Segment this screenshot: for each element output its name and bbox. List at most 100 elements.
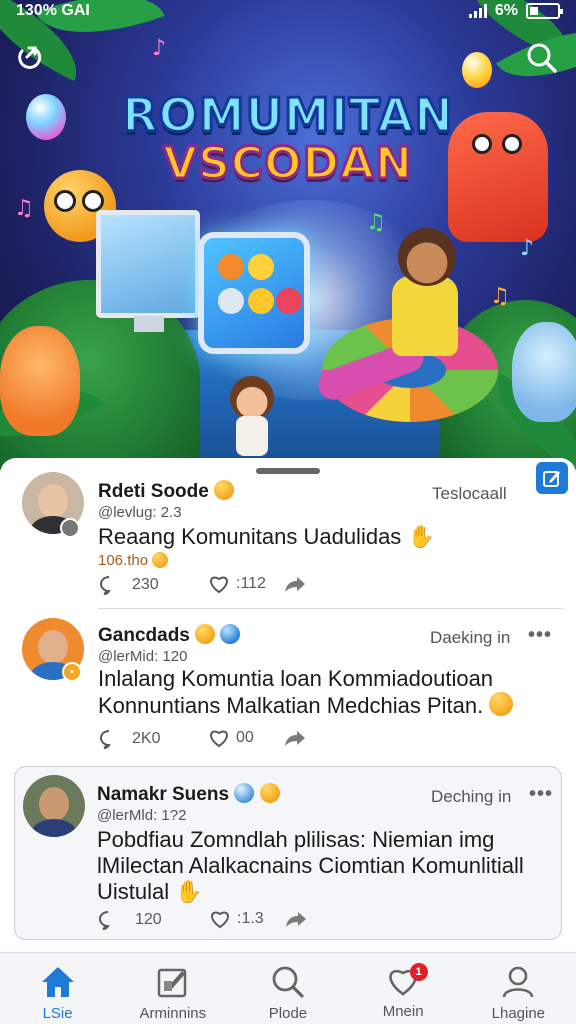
- heart-icon: [211, 911, 229, 929]
- more-options-button[interactable]: •••: [528, 624, 552, 647]
- share-button[interactable]: [284, 574, 306, 594]
- post-author[interactable]: Namakr Suens: [97, 783, 280, 806]
- clap-emoji-icon: ✋: [407, 524, 435, 549]
- robot-character: [448, 112, 548, 242]
- post-card[interactable]: • Gancdads @lerMid: 120 Daeking in ••• I…: [0, 610, 576, 760]
- child-character: [226, 376, 278, 456]
- nav-item-home[interactable]: LSie: [0, 953, 115, 1024]
- post-handle: @lerMid: 120: [98, 648, 188, 665]
- comment-icon: [99, 911, 110, 930]
- music-note-icon: ♫: [366, 210, 386, 235]
- post-time: Deching in: [431, 787, 512, 806]
- bottom-nav: LSie Arminnins Plode 1 Mnein Lhagine: [0, 952, 576, 1024]
- comment-count: 120: [135, 911, 162, 928]
- music-note-icon: ♪: [152, 36, 167, 61]
- emoji-icon: [152, 552, 169, 568]
- post-text: Pobdfiau Zomndlah plilisas: Niemian img …: [97, 827, 557, 905]
- creature-left: [0, 326, 80, 436]
- like-count: :112: [236, 575, 266, 592]
- battery-percent: 6%: [494, 2, 518, 19]
- post-author-name: Gancdads: [98, 625, 190, 646]
- music-note-icon: ♫: [14, 196, 34, 221]
- search-icon: [272, 966, 304, 998]
- post-card[interactable]: Rdeti Soode @levlug: 2.3 Teslocaall Reaa…: [0, 458, 576, 608]
- music-note-icon: ♪: [520, 236, 535, 261]
- signal-icon: [468, 4, 487, 18]
- hero-banner: 130% GAI 6% ROMUMITAN VSCODAN ♪ ♫ ♫ ♫ ♪: [0, 0, 576, 470]
- post-author[interactable]: Rdeti Soode: [98, 480, 235, 503]
- heart-icon: [210, 576, 228, 594]
- comment-count: 2K0: [132, 730, 161, 747]
- nav-item-profile[interactable]: Lhagine: [461, 953, 576, 1024]
- post-text-line-wrap: Uistulal ✋: [97, 879, 557, 905]
- avatar[interactable]: [23, 775, 85, 837]
- feed-sheet[interactable]: Rdeti Soode @levlug: 2.3 Teslocaall Reaa…: [0, 458, 576, 952]
- post-author[interactable]: Gancdads: [98, 624, 241, 647]
- profile-icon: [503, 966, 534, 998]
- post-subline: 106.tho: [98, 552, 169, 569]
- comment-button[interactable]: 230: [98, 574, 159, 596]
- nav-label: Arminnins: [139, 1005, 207, 1022]
- emoji-icon: [259, 783, 280, 803]
- share-icon: [285, 731, 305, 746]
- post-text-content: Reaang Komunitans Uadulidas: [98, 524, 402, 549]
- avatar-status-badge: [60, 518, 80, 538]
- search-icon: [527, 43, 557, 73]
- post-handle: @levlug: 2.3: [98, 504, 182, 521]
- post-author-name: Namakr Suens: [97, 784, 230, 805]
- like-button[interactable]: :112: [208, 574, 266, 594]
- heart-icon: [210, 730, 228, 748]
- post-text-line: Inlalang Komuntia loan Kommiadoutioan: [98, 666, 494, 691]
- post-text: Reaang Komunitans Uadulidas ✋: [98, 524, 435, 550]
- smile-emoji-icon: [214, 480, 235, 500]
- post-time: Teslocaall: [432, 484, 507, 503]
- monitor-illustration: [96, 210, 200, 336]
- balloon: [462, 52, 492, 88]
- globe-emoji-icon: [220, 624, 241, 644]
- post-divider: [98, 608, 564, 609]
- post-text-line-wrap: Konnuntians Malkatian Medchias Pitan.: [98, 692, 568, 719]
- character-head: [398, 228, 456, 286]
- nav-item-edit[interactable]: Arminnins: [115, 953, 230, 1024]
- emoji-icon: [195, 624, 216, 644]
- emoji-icon: [234, 783, 255, 803]
- nav-label: Plode: [268, 1005, 308, 1022]
- tablet-illustration: [198, 232, 310, 354]
- wink-emoji-icon: [489, 692, 514, 716]
- post-subline-text: 106.tho: [98, 552, 149, 569]
- post-card[interactable]: Namakr Suens @lerMld: 1?2 Deching in •••…: [14, 766, 562, 940]
- music-note-icon: ♫: [490, 284, 510, 309]
- post-text-line: Pobdfiau Zomndlah plilisas: Niemian img: [97, 827, 495, 852]
- post-text-line: Konnuntians Malkatian Medchias Pitan.: [98, 693, 484, 718]
- avatar-status-badge: •: [62, 662, 82, 682]
- nav-label: Mnein: [382, 1003, 424, 1020]
- comment-button[interactable]: 2K0: [98, 728, 160, 750]
- post-handle: @lerMld: 1?2: [97, 807, 187, 824]
- post-text-line: Uistulal: [97, 879, 170, 904]
- nav-label: Lhagine: [491, 1005, 546, 1022]
- nav-label: LSie: [42, 1005, 73, 1022]
- share-button[interactable]: [284, 728, 306, 748]
- creature-right: [512, 322, 576, 422]
- home-icon: [41, 967, 74, 997]
- status-carrier: 130% GAI: [16, 2, 90, 19]
- post-text: Inlalang Komuntia loan Kommiadoutioan Ko…: [98, 666, 568, 719]
- share-button[interactable]: [285, 909, 307, 929]
- comment-icon: [100, 576, 111, 595]
- like-button[interactable]: :1.3: [209, 909, 264, 929]
- like-count: :1.3: [237, 910, 264, 927]
- hero-search-button[interactable]: [522, 38, 562, 78]
- nav-item-activity[interactable]: 1 Mnein: [346, 953, 461, 1024]
- comment-icon: [100, 730, 111, 749]
- edit-square-icon: [157, 968, 187, 998]
- comment-button[interactable]: 120: [97, 909, 162, 931]
- nav-item-search[interactable]: Plode: [230, 953, 345, 1024]
- post-text-line: lMilectan Alalkacnains Ciomtian Komunlit…: [97, 853, 524, 878]
- more-options-button[interactable]: •••: [529, 783, 553, 806]
- like-count: 00: [236, 729, 254, 746]
- status-bar: 130% GAI 6%: [0, 0, 576, 22]
- comment-count: 230: [132, 576, 159, 593]
- character-body: [392, 276, 458, 356]
- like-button[interactable]: 00: [208, 728, 254, 748]
- back-button[interactable]: [8, 38, 48, 78]
